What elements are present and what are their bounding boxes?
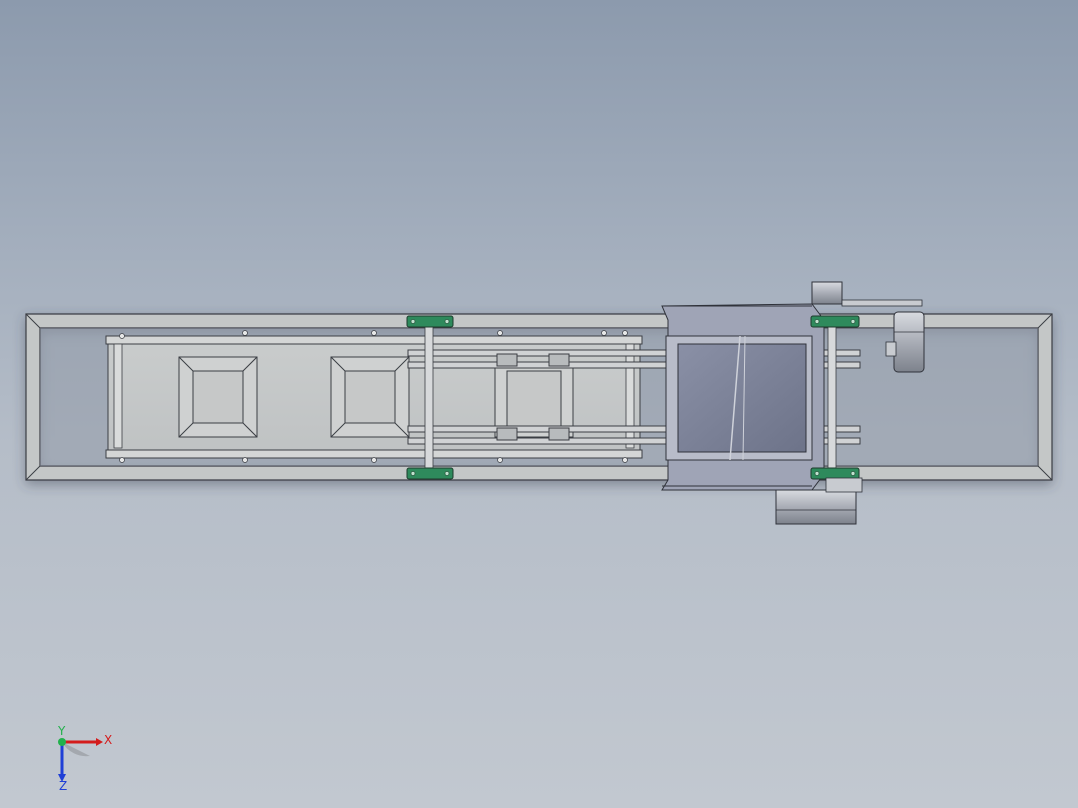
reference-triad: X Y Z [57,724,112,793]
graphics-viewport[interactable]: X Y Z [0,0,1078,808]
x-axis-arrowhead [96,738,103,746]
y-axis-dot [58,738,66,746]
z-axis-label: Z [59,779,67,793]
shaft-tail[interactable] [424,321,434,475]
y-axis-label: Y [57,724,66,738]
discharge-hopper[interactable] [661,303,825,491]
conveyor-model[interactable] [0,0,1078,808]
gear-motor-top[interactable] [811,281,923,307]
tray-2[interactable] [330,356,410,438]
tray-1[interactable] [178,356,258,438]
shaft-head[interactable] [827,317,837,481]
x-axis-label: X [104,733,112,747]
